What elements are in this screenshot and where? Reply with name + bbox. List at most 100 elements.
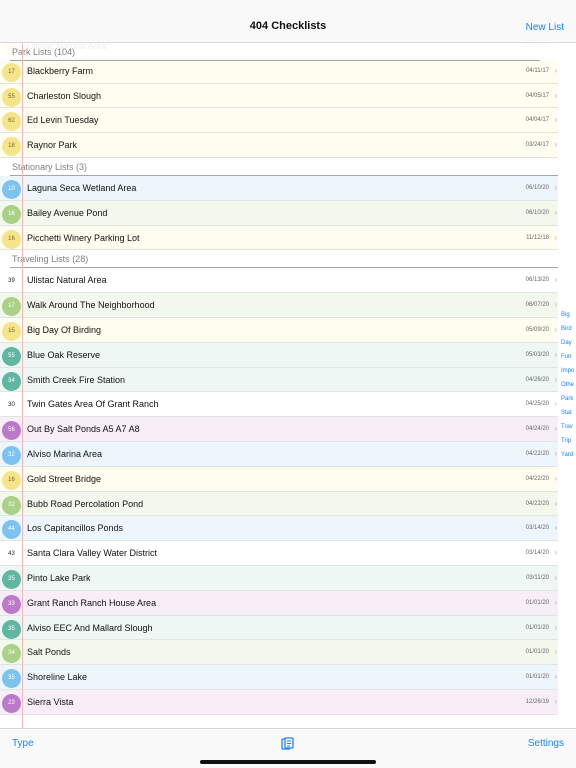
list-item[interactable]: 15 Big Day Of Birding 05/09/20 › <box>0 317 558 343</box>
list-item[interactable]: 23 Sierra Vista 12/26/19 › <box>0 689 558 715</box>
list-item[interactable]: 17 Walk Around The Neighborhood 06/07/20 › <box>0 293 558 318</box>
section-index-item[interactable]: Day <box>558 340 576 354</box>
new-list-button[interactable]: New List <box>526 22 564 33</box>
list-item-date: 05/03/20 <box>525 351 549 358</box>
list-item[interactable]: 10 Laguna Seca Wetland Area 06/10/20 › <box>0 175 558 201</box>
list-item[interactable]: 32 Bubb Road Percolation Pond 04/22/20 › <box>0 491 558 517</box>
list-item[interactable]: 44 Los Capitancillos Ponds 03/14/20 › <box>0 516 558 542</box>
list-item[interactable]: 16 Picchetti Winery Parking Lot 11/12/18 › <box>0 225 558 251</box>
list-item[interactable]: 35 Alviso EEC And Mallard Slough 01/01/20 › <box>0 615 558 641</box>
list-item[interactable]: 16 Gold Street Bridge 04/22/20 › <box>0 466 558 492</box>
species-count-badge: 55 <box>2 87 21 107</box>
list-item-name: Shoreline Lake <box>27 672 88 683</box>
list-item-name: Alviso Marina Area <box>27 448 103 459</box>
list-item-name: Charleston Slough <box>27 90 102 101</box>
list-item-name: Blackberry Farm <box>27 65 94 76</box>
species-count-badge: 16 <box>2 229 21 249</box>
section-header-stationary: Stationary Lists (3) <box>0 157 576 176</box>
list-item-name: Los Capitancillos Ponds <box>27 523 124 534</box>
checklist-icon[interactable] <box>281 737 295 751</box>
list-item-date: 01/01/20 <box>525 649 549 656</box>
chevron-right-icon: › <box>554 140 557 150</box>
chevron-right-icon: › <box>554 207 557 217</box>
list-item[interactable]: 56 Out By Salt Ponds A5 A7 A8 04/24/20 › <box>0 417 558 442</box>
list-item[interactable]: 34 Salt Ponds 01/01/20 › <box>0 640 558 666</box>
list-item-date: 06/07/20 <box>525 302 549 309</box>
list-item[interactable]: 55 Charleston Slough 04/05/17 › <box>0 83 558 109</box>
list-item-date: 11/12/18 <box>526 234 549 241</box>
list-item-date: 05/09/20 <box>525 326 549 333</box>
section-index-item[interactable]: Othe <box>558 382 576 396</box>
list-item[interactable]: 35 Pinto Lake Park 03/11/20 › <box>0 565 558 591</box>
chevron-right-icon: › <box>554 324 557 334</box>
species-count-badge: 30 <box>8 402 15 409</box>
chevron-right-icon: › <box>554 275 557 285</box>
species-count-badge: 18 <box>2 137 21 157</box>
list-item-date: 04/04/17 <box>525 117 549 124</box>
species-count-badge: 35 <box>2 669 21 689</box>
list-item-name: Sierra Vista <box>27 696 74 707</box>
list-item[interactable]: 18 Raynor Park 03/24/17 › <box>0 133 558 158</box>
species-count-badge: 35 <box>2 569 21 589</box>
species-count-badge: 55 <box>2 346 21 366</box>
list-item[interactable]: 17 Blackberry Farm 04/11/17 › <box>0 58 558 84</box>
list-item-name: Walk Around The Neighborhood <box>27 300 155 311</box>
list-item-name: Twin Gates Area Of Grant Ranch <box>27 399 159 410</box>
chevron-right-icon: › <box>554 399 557 409</box>
section-index-item[interactable]: Impo <box>558 368 576 382</box>
section-index-item[interactable]: Park <box>558 396 576 410</box>
list-item-name: Bailey Avenue Pond <box>27 207 108 218</box>
chevron-right-icon: › <box>554 498 557 508</box>
list-item[interactable]: 16 Bailey Avenue Pond 06/10/20 › <box>0 200 558 226</box>
list-item-date: 04/05/17 <box>525 92 549 99</box>
list-item[interactable]: 39 Ulistac Natural Area 06/13/20 › <box>0 268 558 294</box>
list-item-date: 04/25/20 <box>525 401 549 408</box>
list-item-name: Grant Ranch Ranch House Area <box>27 597 157 608</box>
list-item-date: 04/24/20 <box>525 426 549 433</box>
list-item-date: 01/01/20 <box>525 674 549 681</box>
chevron-right-icon: › <box>554 572 557 582</box>
species-count-badge: 39 <box>8 278 15 285</box>
list-item-date: 03/24/17 <box>525 142 549 149</box>
list-item-date: 06/13/20 <box>525 277 549 284</box>
section-index-item[interactable]: Fun <box>558 354 576 368</box>
list-item-name: Ulistac Natural Area <box>27 275 107 286</box>
chevron-right-icon: › <box>554 300 557 310</box>
type-button[interactable]: Type <box>12 738 34 749</box>
list-item-date: 01/01/20 <box>525 624 549 631</box>
checklist-table[interactable]: Park Lists (104) 24Ulistac Natural Area0… <box>0 43 576 728</box>
list-item[interactable]: 35 Shoreline Lake 01/01/20 › <box>0 665 558 690</box>
list-item-name: Out By Salt Ponds A5 A7 A8 <box>27 424 140 435</box>
list-item[interactable]: 30 Twin Gates Area Of Grant Ranch 04/25/20… <box>0 392 558 418</box>
margin-line <box>22 43 23 728</box>
list-item[interactable]: 55 Blue Oak Reserve 05/03/20 › <box>0 342 558 368</box>
species-count-badge: 33 <box>2 594 21 614</box>
list-item[interactable]: 43 Santa Clara Valley Water District 03/14… <box>0 541 558 566</box>
section-index-item[interactable]: Yard <box>558 452 576 466</box>
navigation-bar: 404 Checklists New List <box>0 0 576 43</box>
section-index[interactable]: Big Bird Day Fun Impo Othe Park Stat Trav Trip Yar… <box>558 312 576 466</box>
species-count-badge: 17 <box>2 62 21 82</box>
chevron-right-icon: › <box>554 696 557 706</box>
section-index-item[interactable]: Trav <box>558 424 576 438</box>
list-item[interactable]: 62 Ed Levin Tuesday 04/04/17 › <box>0 108 558 134</box>
section-index-item[interactable]: Big <box>558 312 576 326</box>
species-count-badge: 17 <box>2 297 21 317</box>
species-count-badge: 34 <box>2 371 21 391</box>
chevron-right-icon: › <box>554 182 557 192</box>
list-item[interactable]: 33 Grant Ranch Ranch House Area 01/01/20 › <box>0 590 558 616</box>
list-item[interactable]: 34 Smith Creek Fire Station 04/26/20 › <box>0 367 558 393</box>
section-index-item[interactable]: Stat <box>558 410 576 424</box>
list-item[interactable]: 32 Alviso Marina Area 04/22/20 › <box>0 441 558 467</box>
section-index-item[interactable]: Bird <box>558 326 576 340</box>
list-item-name: Big Day Of Birding <box>27 324 102 335</box>
chevron-right-icon: › <box>554 448 557 458</box>
chevron-right-icon: › <box>554 90 557 100</box>
species-count-badge: 15 <box>2 321 21 341</box>
settings-button[interactable]: Settings <box>528 738 564 749</box>
list-item-name: Alviso EEC And Mallard Slough <box>27 622 153 633</box>
list-item-name: Laguna Seca Wetland Area <box>27 182 137 193</box>
species-count-badge: 16 <box>2 470 21 490</box>
section-index-item[interactable]: Trip <box>558 438 576 452</box>
chevron-right-icon: › <box>554 597 557 607</box>
